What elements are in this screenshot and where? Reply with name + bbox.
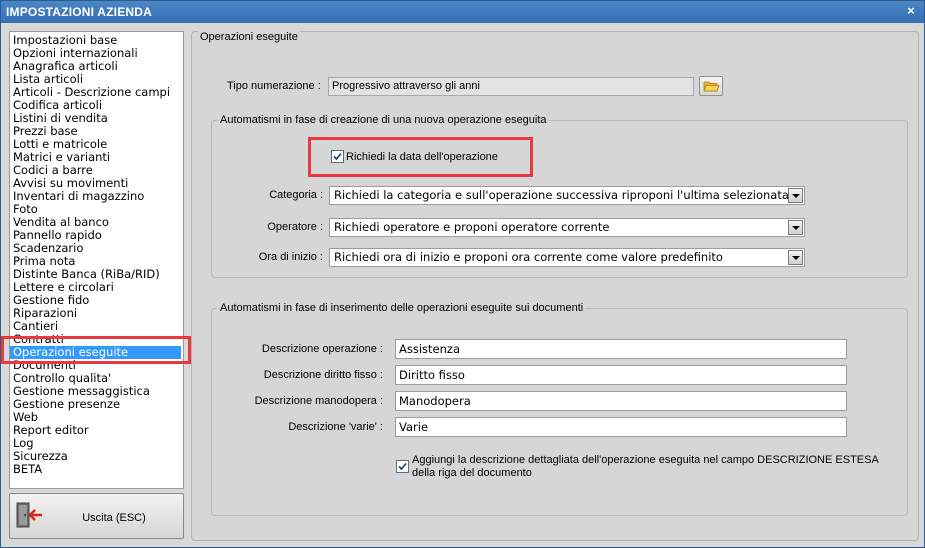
- ask-date-label[interactable]: Richiedi la data dell'operazione: [346, 151, 498, 163]
- operator-label: Operatore :: [267, 221, 323, 233]
- sidebar-item[interactable]: BETA: [10, 463, 183, 476]
- start-time-select[interactable]: Richiedi ora di inizio e proponi ora cor…: [329, 248, 805, 267]
- group-creation-title: Automatismi in fase di creazione di una …: [218, 114, 549, 126]
- desc-misc-label: Descrizione 'varie' :: [288, 421, 383, 433]
- title-bar: IMPOSTAZIONI AZIENDA ×: [1, 1, 924, 23]
- add-detail-checkbox[interactable]: [396, 460, 409, 473]
- category-label: Categoria :: [269, 189, 323, 201]
- numbering-type-label: Tipo numerazione :: [227, 80, 321, 92]
- numbering-browse-button[interactable]: [699, 76, 723, 96]
- group-insert-title: Automatismi in fase di inserimento delle…: [218, 302, 586, 314]
- desc-operation-input[interactable]: Assistenza: [395, 339, 847, 359]
- chevron-down-icon[interactable]: [788, 188, 803, 203]
- desc-labour-input[interactable]: Manodopera: [395, 391, 847, 411]
- add-detail-label-line2[interactable]: della riga del documento: [412, 467, 532, 479]
- close-button[interactable]: ×: [904, 4, 918, 18]
- exit-button-label: Uscita (ESC): [82, 512, 146, 524]
- desc-fixed-fee-input[interactable]: Diritto fisso: [395, 365, 847, 385]
- numbering-type-field: Progressivo attraverso gli anni: [328, 77, 694, 96]
- checkmark-icon: [333, 152, 342, 161]
- sidebar-item[interactable]: Report editor: [10, 424, 183, 437]
- desc-misc-input[interactable]: Varie: [395, 417, 847, 437]
- exit-button[interactable]: Uscita (ESC): [9, 493, 184, 539]
- desc-labour-label: Descrizione manodopera :: [254, 395, 383, 407]
- settings-window: IMPOSTAZIONI AZIENDA × Impostazioni base…: [0, 0, 925, 548]
- desc-fixed-fee-label: Descrizione diritto fisso :: [263, 369, 383, 381]
- category-select[interactable]: Richiedi la categoria e sull'operazione …: [329, 186, 805, 205]
- chevron-down-icon[interactable]: [788, 250, 803, 265]
- operator-select[interactable]: Richiedi operatore e proponi operatore c…: [329, 218, 805, 237]
- settings-panel: Operazioni eseguite Tipo numerazione : P…: [191, 31, 919, 541]
- panel-title: Operazioni eseguite: [198, 31, 300, 43]
- chevron-down-icon[interactable]: [788, 220, 803, 235]
- start-time-select-value: Richiedi ora di inizio e proponi ora cor…: [334, 250, 723, 264]
- start-time-label: Ora di inizio :: [258, 251, 323, 263]
- operator-select-value: Richiedi operatore e proponi operatore c…: [334, 220, 610, 234]
- window-client: Impostazioni base Opzioni internazionali A…: [1, 23, 924, 547]
- checkmark-icon: [398, 462, 407, 471]
- category-select-value: Richiedi la categoria e sull'operazione …: [334, 188, 789, 202]
- folder-icon: [700, 81, 722, 98]
- settings-nav-list[interactable]: Impostazioni base Opzioni internazionali A…: [9, 31, 184, 489]
- add-detail-label-line1[interactable]: Aggiungi la descrizione dettagliata dell…: [412, 454, 879, 466]
- ask-date-checkbox[interactable]: [331, 150, 344, 163]
- group-creation-automations: Automatismi in fase di creazione di una …: [211, 114, 908, 278]
- group-insert-automations: Automatismi in fase di inserimento delle…: [211, 302, 908, 516]
- window-title: IMPOSTAZIONI AZIENDA: [6, 5, 152, 19]
- desc-operation-label: Descrizione operazione :: [261, 343, 383, 355]
